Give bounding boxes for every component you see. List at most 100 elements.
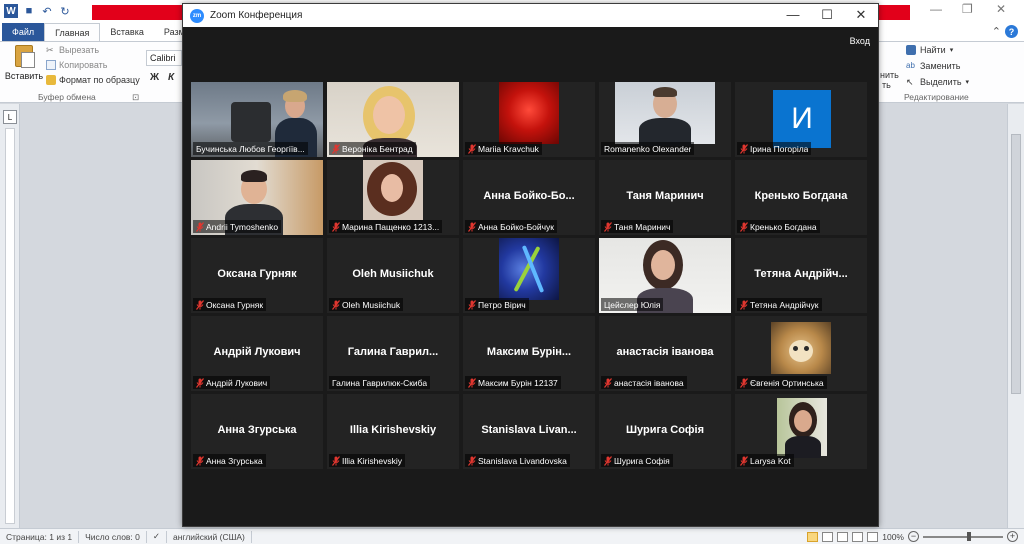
format-painter-button[interactable]: Формат по образцу bbox=[46, 75, 140, 85]
vertical-scrollbar[interactable] bbox=[1007, 104, 1024, 528]
zoom-close-icon[interactable]: ✕ bbox=[851, 7, 871, 23]
mic-muted-icon bbox=[604, 455, 612, 466]
participant-tile[interactable]: Stanislava Livan... Stanislava Livandovsk… bbox=[463, 394, 595, 469]
close-icon[interactable]: ✕ bbox=[996, 2, 1006, 16]
participant-tile[interactable]: Бучинська Любов Георгіїв... bbox=[191, 82, 323, 157]
participant-tile[interactable]: Марина Пащенко 1213... bbox=[327, 160, 459, 235]
paste-label: Вставить bbox=[4, 71, 44, 81]
participant-name-label: Максим Бурін 12137 bbox=[465, 376, 561, 389]
print-layout-icon[interactable] bbox=[807, 531, 819, 542]
mic-muted-icon bbox=[468, 299, 476, 310]
outline-icon[interactable] bbox=[852, 531, 864, 542]
participant-name-label: анастасія іванова bbox=[601, 376, 687, 389]
draft-icon[interactable] bbox=[867, 531, 879, 542]
redo-icon[interactable]: ↻ bbox=[58, 4, 72, 18]
paste-button[interactable]: Вставить bbox=[4, 45, 44, 91]
participant-display-name: анастасія іванова bbox=[616, 346, 714, 358]
participant-tile[interactable]: Максим Бурін... Максим Бурін 12137 bbox=[463, 316, 595, 391]
page-count[interactable]: Страница: 1 из 1 bbox=[0, 530, 80, 543]
tab-file[interactable]: Файл bbox=[2, 23, 45, 41]
participant-name-label: Марина Пащенко 1213... bbox=[329, 220, 443, 233]
participant-name: Оксана Гурняк bbox=[206, 299, 264, 310]
participant-tile[interactable]: Оксана Гурняк Оксана Гурняк bbox=[191, 238, 323, 313]
participant-tile[interactable]: Larysa Kot bbox=[735, 394, 867, 469]
participant-tile[interactable]: Andrii Tymoshenko bbox=[191, 160, 323, 235]
dialog-launcher-icon[interactable]: ⊡ bbox=[132, 92, 139, 103]
language[interactable]: английский (США) bbox=[167, 530, 252, 543]
zoom-maximize-icon[interactable]: ☐ bbox=[817, 7, 837, 23]
participant-tile[interactable]: Андрій Лукович Андрій Лукович bbox=[191, 316, 323, 391]
participant-tile[interactable]: И Ірина Погоріла bbox=[735, 82, 867, 157]
participant-tile[interactable]: Шурига Софія Шурига Софія bbox=[599, 394, 731, 469]
proofing-icon[interactable]: ✓ bbox=[147, 530, 168, 543]
participant-name-label: Mariia Kravchuk bbox=[465, 142, 542, 155]
zoom-slider[interactable] bbox=[923, 531, 1003, 541]
scroll-thumb[interactable] bbox=[1011, 134, 1021, 394]
tab-insert[interactable]: Вставка bbox=[100, 23, 153, 41]
participant-tile[interactable]: Галина Гаврил... Галина Гаврилюк-Скиба bbox=[327, 316, 459, 391]
copy-button[interactable]: Копировать bbox=[46, 60, 107, 70]
ruler-strip bbox=[5, 128, 15, 524]
mic-muted-icon bbox=[332, 143, 340, 154]
mic-muted-icon bbox=[604, 221, 612, 232]
participant-name-label: Євгенія Ортинська bbox=[737, 376, 827, 389]
participant-tile[interactable]: Петро Вірич bbox=[463, 238, 595, 313]
save-icon[interactable]: ■ bbox=[22, 4, 36, 18]
tab-home[interactable]: Главная bbox=[44, 23, 101, 41]
participant-name-label: Андрій Лукович bbox=[193, 376, 271, 389]
binoculars-icon bbox=[906, 45, 916, 55]
minimize-icon[interactable]: — bbox=[930, 2, 942, 16]
status-bar: Страница: 1 из 1 Число слов: 0 ✓ английс… bbox=[0, 528, 1024, 544]
participant-name: Петро Вірич bbox=[478, 299, 526, 310]
participant-tile[interactable]: Mariia Kravchuk bbox=[463, 82, 595, 157]
restore-icon[interactable]: ❐ bbox=[962, 2, 973, 16]
zoom-slider-knob[interactable] bbox=[967, 531, 971, 541]
participant-tile[interactable]: Тетяна Андрійч... Тетяна Андрійчук bbox=[735, 238, 867, 313]
help-icon[interactable]: ? bbox=[1005, 25, 1018, 38]
word-count[interactable]: Число слов: 0 bbox=[79, 530, 147, 543]
tab-selector-icon[interactable]: L bbox=[3, 110, 17, 124]
enter-button[interactable]: Вход bbox=[850, 36, 870, 46]
find-button[interactable]: Найти ▾ bbox=[906, 45, 953, 55]
replace-button[interactable]: ab Заменить bbox=[906, 61, 960, 71]
participant-name-label: Stanislava Livandovska bbox=[465, 454, 570, 467]
cursor-icon: ↖ bbox=[906, 77, 914, 87]
full-screen-icon[interactable] bbox=[822, 531, 834, 542]
participant-tile[interactable]: Oleh Musiichuk Oleh Musiichuk bbox=[327, 238, 459, 313]
word-logo-icon: W bbox=[4, 4, 18, 18]
ribbon-collapse-icon[interactable]: ⌃ bbox=[992, 25, 1001, 38]
italic-button[interactable]: К bbox=[168, 72, 174, 83]
participant-name: Stanislava Livandovska bbox=[478, 455, 567, 466]
avatar: И bbox=[773, 90, 831, 148]
zoom-out-button[interactable]: − bbox=[908, 531, 919, 542]
cut-button[interactable]: ✂ Вырезать bbox=[46, 45, 99, 55]
zoom-minimize-icon[interactable]: — bbox=[783, 7, 803, 22]
mic-muted-icon bbox=[468, 377, 476, 388]
participant-name-label: Таня Маринич bbox=[601, 220, 674, 233]
help-area: ⌃ ? bbox=[992, 25, 1018, 38]
web-layout-icon[interactable] bbox=[837, 531, 849, 542]
bold-button[interactable]: Ж bbox=[150, 72, 159, 83]
participant-tile[interactable]: Вероніка Бентрад bbox=[327, 82, 459, 157]
mic-muted-icon bbox=[332, 299, 340, 310]
participant-tile[interactable]: Illia Kirishevskiy Illia Kirishevskiy bbox=[327, 394, 459, 469]
participant-tile[interactable]: Таня Маринич Таня Маринич bbox=[599, 160, 731, 235]
participant-tile[interactable]: Євгенія Ортинська bbox=[735, 316, 867, 391]
mic-muted-icon bbox=[196, 455, 204, 466]
participant-tile[interactable]: Анна Бойко-Бо... Анна Бойко-Бойчук bbox=[463, 160, 595, 235]
participant-tile[interactable]: Кренько Богдана Кренько Богдана bbox=[735, 160, 867, 235]
undo-icon[interactable]: ↶ bbox=[40, 4, 54, 18]
participant-tile[interactable]: анастасія іванова анастасія іванова bbox=[599, 316, 731, 391]
font-name-box[interactable]: Calibri (С bbox=[146, 50, 182, 66]
zoom-controls: 100% − + bbox=[807, 531, 1018, 542]
participant-tile[interactable]: Цейслер Юлія bbox=[599, 238, 731, 313]
participant-name-label: Тетяна Андрійчук bbox=[737, 298, 822, 311]
participant-name: Illia Kirishevskiy bbox=[342, 455, 402, 466]
participant-tile[interactable]: Romanenko Olexander bbox=[599, 82, 731, 157]
zoom-level[interactable]: 100% bbox=[882, 532, 904, 542]
participant-tile[interactable]: Анна Згурська Анна Згурська bbox=[191, 394, 323, 469]
select-label: Выделить bbox=[920, 77, 962, 87]
zoom-in-button[interactable]: + bbox=[1007, 531, 1018, 542]
participant-name-label: Цейслер Юлія bbox=[601, 298, 664, 311]
select-button[interactable]: ↖ Выделить ▾ bbox=[906, 77, 969, 87]
